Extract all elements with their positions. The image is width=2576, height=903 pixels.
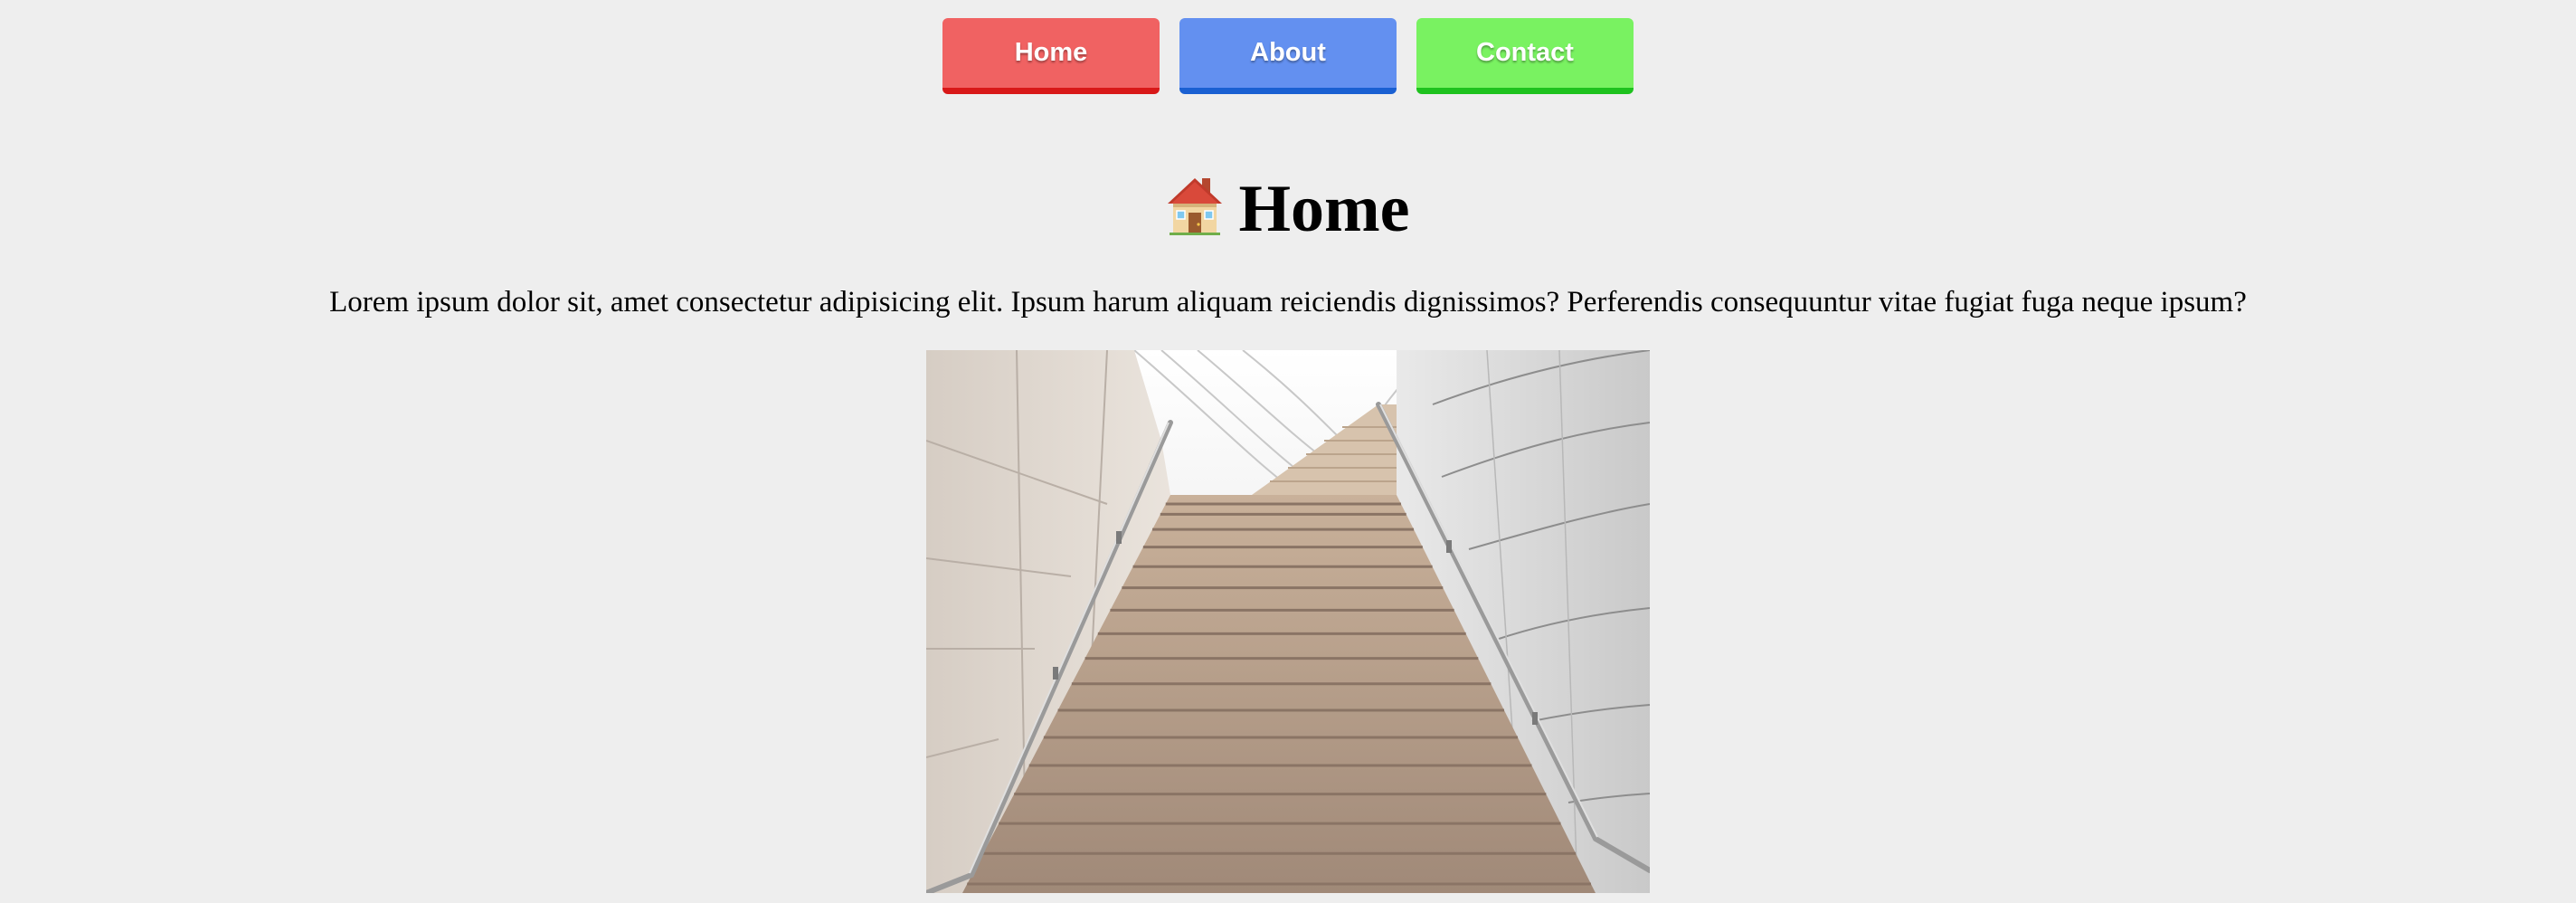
intro-paragraph: Lorem ipsum dolor sit, amet consectetur … [329, 286, 2247, 318]
page-title-text: Home [1238, 172, 1410, 246]
page-title: Home [0, 168, 2576, 250]
main-nav: Home About Contact [0, 18, 2576, 94]
staircase-photo [926, 350, 1650, 893]
contact-button[interactable]: Contact [1416, 18, 1634, 94]
about-button[interactable]: About [1179, 18, 1397, 94]
house-icon [1166, 173, 1224, 236]
home-button[interactable]: Home [942, 18, 1160, 94]
